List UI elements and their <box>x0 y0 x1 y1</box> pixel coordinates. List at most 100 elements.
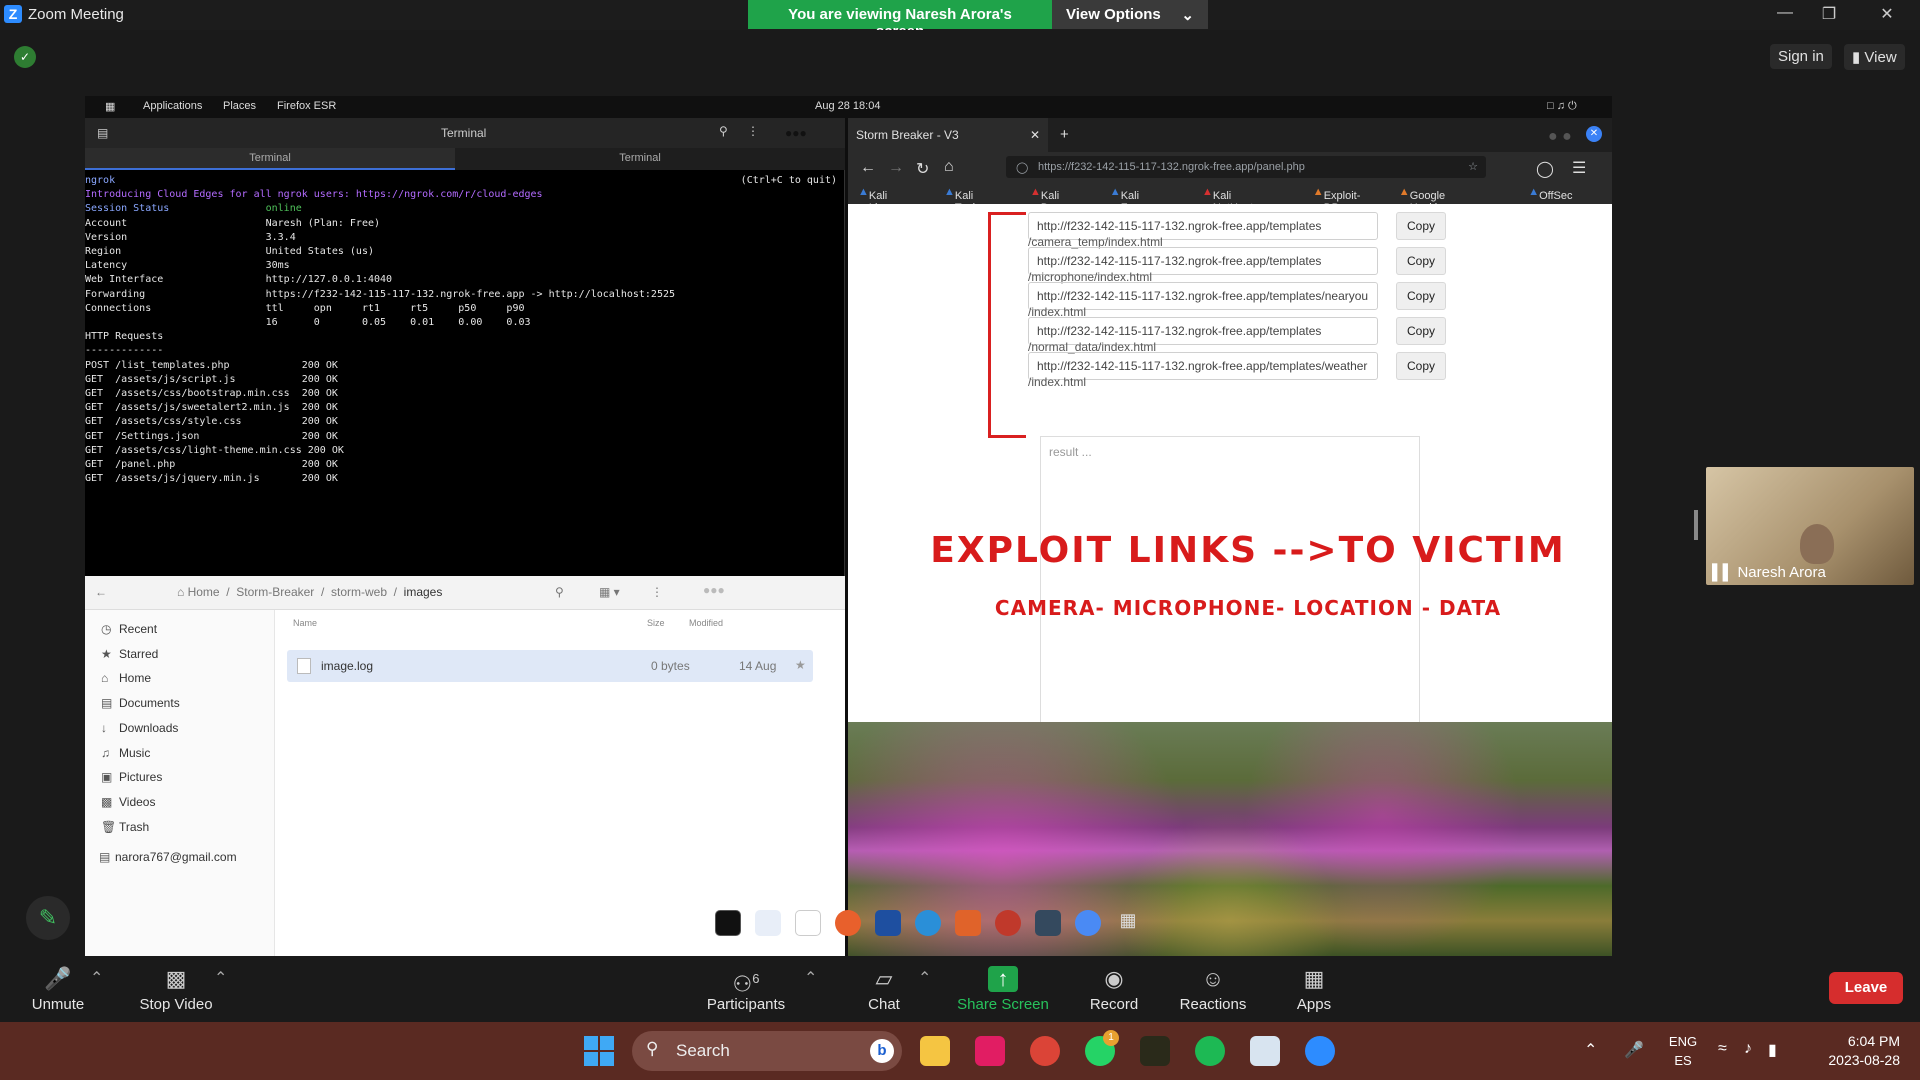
close-icon[interactable]: ✕ <box>1872 4 1902 24</box>
view-button[interactable]: ▮ View <box>1844 44 1905 70</box>
pocket-icon[interactable]: ◯ <box>1536 159 1554 179</box>
wifi-icon[interactable]: ≈ <box>1718 1040 1727 1058</box>
menu-icon[interactable]: ⋮ <box>651 585 663 599</box>
view-options-button[interactable]: View Options ⌄ <box>1052 0 1208 29</box>
unmute-button[interactable]: 🎤 Unmute <box>24 966 92 1013</box>
url-bar[interactable]: ◯ https://f232-142-115-117-132.ngrok-fre… <box>1006 156 1486 178</box>
restore-icon[interactable]: ❐ <box>1814 4 1844 24</box>
volume-icon[interactable]: ♪ <box>1744 1040 1752 1058</box>
bookmark-item[interactable]: ▲ Exploit-DB <box>1313 186 1361 214</box>
chrome-dock-icon[interactable] <box>1075 910 1101 936</box>
col-size[interactable]: Size <box>647 618 665 628</box>
resize-handle[interactable] <box>1694 510 1698 540</box>
window-controls[interactable]: ● ● <box>1548 128 1572 146</box>
sign-in-button[interactable]: Sign in <box>1770 44 1832 69</box>
breadcrumb-storm-web[interactable]: storm-web <box>331 585 387 599</box>
app-dock-icon[interactable] <box>1035 910 1061 936</box>
firefox-dock-icon[interactable] <box>835 910 861 936</box>
copy-button[interactable]: Copy <box>1396 247 1446 275</box>
microphone-icon[interactable]: 🎤 <box>1624 1040 1644 1060</box>
new-tab-icon[interactable]: + <box>1060 126 1069 143</box>
sidebar-item-documents[interactable]: ▤ Documents <box>101 696 180 716</box>
windows-start-icon[interactable] <box>584 1036 614 1066</box>
col-modified[interactable]: Modified <box>689 618 723 628</box>
sidebar-item-recent[interactable]: ◷ Recent <box>101 622 157 642</box>
browser-tab[interactable]: Storm Breaker - V3 ✕ <box>848 118 1048 152</box>
sidebar-item-home[interactable]: ⌂ Home <box>101 671 151 691</box>
terminal-dock-icon[interactable] <box>715 910 741 936</box>
league-of-legends-icon[interactable] <box>1140 1036 1170 1066</box>
whatsapp-icon[interactable]: 1 <box>1085 1030 1119 1066</box>
back-icon[interactable]: ← <box>95 585 107 599</box>
bookmark-item[interactable]: ▲ Kali Forums <box>1110 186 1158 214</box>
menu-applications[interactable]: Applications <box>143 100 202 112</box>
zoom-taskbar-icon[interactable] <box>1305 1036 1335 1066</box>
copy-button[interactable]: Copy <box>1396 282 1446 310</box>
sidebar-account[interactable]: ▤ narora767@gmail.com <box>99 850 237 870</box>
breadcrumb-storm-breaker[interactable]: Storm-Breaker <box>236 585 314 599</box>
back-icon[interactable]: ← <box>860 159 876 177</box>
copy-button[interactable]: Copy <box>1396 212 1446 240</box>
star-icon[interactable]: ★ <box>795 658 806 672</box>
tab-terminal-2[interactable]: Terminal <box>455 148 825 170</box>
security-shield-icon[interactable]: ✓ <box>14 46 36 68</box>
files-dock-icon[interactable] <box>755 910 781 936</box>
window-controls[interactable]: ●●● <box>703 583 725 597</box>
share-screen-button[interactable]: ↑ Share Screen <box>956 966 1050 1013</box>
chat-button[interactable]: ▱ Chat <box>864 966 904 1013</box>
tab-terminal-1[interactable]: Terminal <box>85 148 455 170</box>
search-icon[interactable]: ⚲ <box>555 585 564 599</box>
wireshark-dock-icon[interactable] <box>915 910 941 936</box>
stop-video-button[interactable]: ▩ Stop Video <box>134 966 218 1013</box>
chevron-up-icon[interactable]: ⌃ <box>918 968 931 988</box>
burp-dock-icon[interactable] <box>955 910 981 936</box>
file-explorer-icon[interactable] <box>920 1036 950 1066</box>
app-grid-icon[interactable]: ▦ <box>1115 910 1141 936</box>
bookmark-item[interactable]: ▲ Google Hacking DB <box>1399 186 1450 226</box>
apps-button[interactable]: ▦ Apps <box>1294 966 1334 1013</box>
text-editor-dock-icon[interactable] <box>795 910 821 936</box>
breadcrumb-home[interactable]: Home <box>188 585 220 599</box>
search-icon[interactable]: ⚲ <box>719 124 728 138</box>
sidebar-item-starred[interactable]: ★ Starred <box>101 647 158 667</box>
bookmark-item[interactable]: ▲ Kali Docs <box>1030 186 1066 214</box>
chrome-icon[interactable] <box>1030 1036 1060 1066</box>
bookmark-star-icon[interactable]: ☆ <box>1468 160 1478 173</box>
bookmark-item[interactable]: ▲ Kali Linux <box>858 186 895 214</box>
app-dock-icon[interactable] <box>995 910 1021 936</box>
breadcrumb-images[interactable]: images <box>404 585 443 599</box>
annotate-pen-icon[interactable]: ✎ <box>26 896 70 940</box>
spotify-icon[interactable] <box>1195 1036 1225 1066</box>
sidebar-item-pictures[interactable]: ▣ Pictures <box>101 770 162 790</box>
close-window-icon[interactable]: ✕ <box>1586 126 1602 142</box>
taskbar-clock[interactable]: 6:04 PM 2023-08-28 <box>1810 1032 1900 1070</box>
battery-icon[interactable]: ▮ <box>1768 1040 1777 1060</box>
menu-firefox[interactable]: Firefox ESR <box>277 100 336 112</box>
chevron-up-icon[interactable]: ⌃ <box>804 968 817 988</box>
window-controls[interactable]: ●●● <box>785 126 839 140</box>
file-row[interactable]: image.log 0 bytes 14 Aug ★ <box>287 650 813 682</box>
metasploit-dock-icon[interactable] <box>875 910 901 936</box>
view-toggle-icon[interactable]: ▦ ▾ <box>599 585 620 599</box>
chevron-up-icon[interactable]: ⌃ <box>90 968 103 988</box>
language-indicator[interactable]: ENG ES <box>1668 1032 1698 1070</box>
record-button[interactable]: ◉ Record <box>1084 966 1144 1013</box>
reload-icon[interactable]: ↻ <box>916 159 929 179</box>
terminal-output[interactable]: ngrok (Ctrl+C to quit) Introducing Cloud E… <box>85 174 845 574</box>
leave-button[interactable]: Leave <box>1829 972 1903 1004</box>
copy-button[interactable]: Copy <box>1396 317 1446 345</box>
slack-icon[interactable] <box>975 1036 1005 1066</box>
copy-button[interactable]: Copy <box>1396 352 1446 380</box>
menu-places[interactable]: Places <box>223 100 256 112</box>
bookmark-item[interactable]: ▲ Kali Tools <box>944 186 981 214</box>
reactions-button[interactable]: ☺ Reactions <box>1176 966 1250 1013</box>
notepad-icon[interactable] <box>1250 1036 1280 1066</box>
chevron-up-icon[interactable]: ⌃ <box>1584 1040 1597 1060</box>
result-textarea[interactable]: result ... <box>1040 436 1420 726</box>
sidebar-item-trash[interactable]: 🗑 Trash <box>101 820 149 840</box>
bookmark-item[interactable]: ▲ Kali NetHunter <box>1202 186 1263 214</box>
home-icon[interactable]: ⌂ <box>944 158 954 176</box>
close-tab-icon[interactable]: ✕ <box>1030 128 1040 142</box>
sidebar-item-videos[interactable]: ▩ Videos <box>101 795 155 815</box>
col-name[interactable]: Name <box>293 618 317 628</box>
